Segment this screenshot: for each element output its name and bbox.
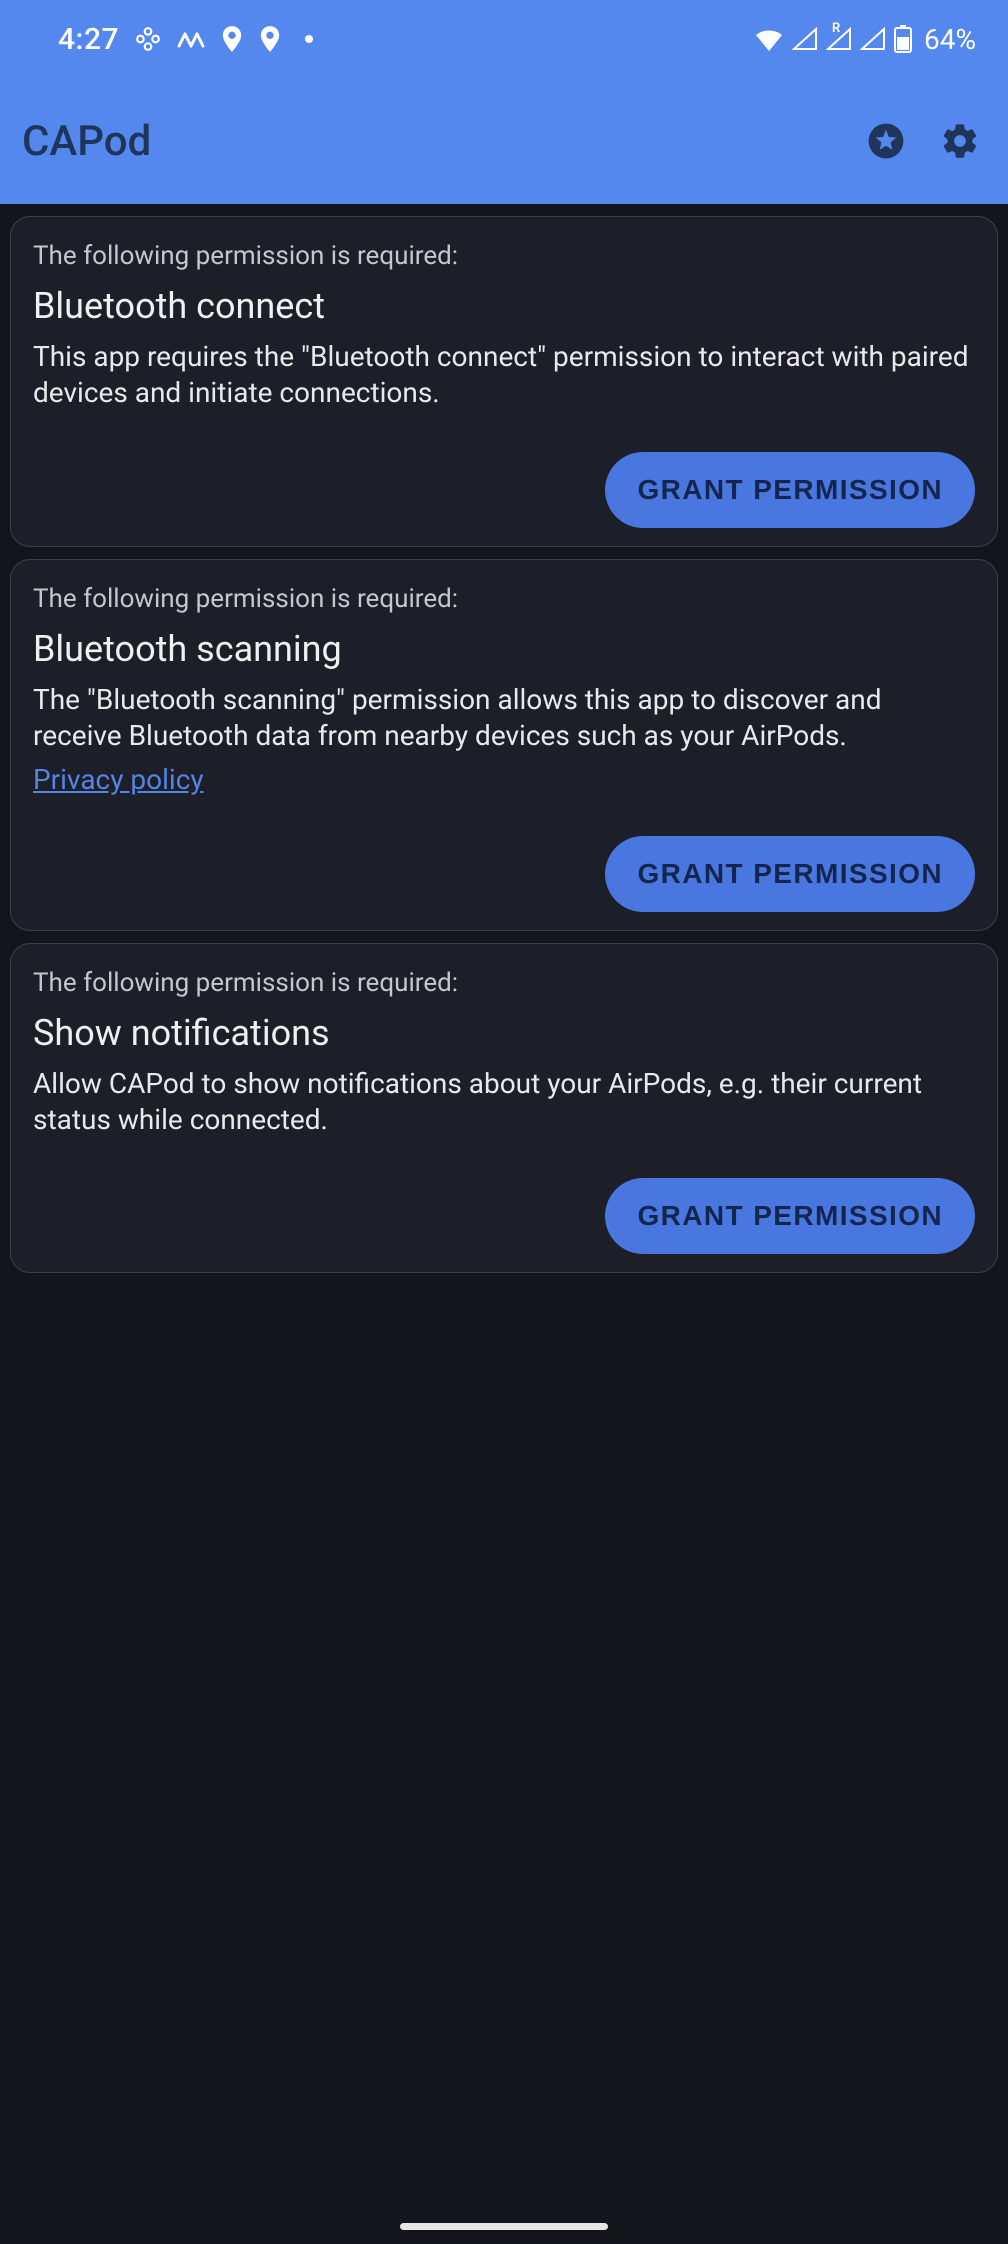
star-circle-icon <box>867 122 905 160</box>
privacy-policy-link[interactable]: Privacy policy <box>33 763 204 796</box>
card-actions: GRANT PERMISSION <box>33 836 975 912</box>
home-indicator[interactable] <box>400 2223 608 2230</box>
settings-button[interactable] <box>938 119 982 163</box>
content: The following permission is required: Bl… <box>0 204 1008 1297</box>
grant-permission-button[interactable]: GRANT PERMISSION <box>605 836 975 912</box>
card-description: The "Bluetooth scanning" permission allo… <box>33 682 975 755</box>
card-description: Allow CAPod to show notifications about … <box>33 1066 975 1139</box>
app-title: CAPod <box>22 117 151 166</box>
permission-card-bluetooth-connect: The following permission is required: Bl… <box>10 216 998 547</box>
signal-icon <box>792 27 818 51</box>
status-time: 4:27 <box>58 22 119 57</box>
permission-card-bluetooth-scanning: The following permission is required: Bl… <box>10 559 998 931</box>
card-actions: GRANT PERMISSION <box>33 1178 975 1254</box>
card-preamble: The following permission is required: <box>33 584 975 614</box>
card-preamble: The following permission is required: <box>33 968 975 998</box>
card-title: Bluetooth scanning <box>33 628 975 670</box>
star-button[interactable] <box>864 119 908 163</box>
card-title: Bluetooth connect <box>33 285 975 327</box>
card-preamble: The following permission is required: <box>33 241 975 271</box>
signal-empty-icon <box>860 27 886 51</box>
battery-icon <box>894 25 912 53</box>
app-bar: CAPod <box>0 78 1008 204</box>
battery-percent: 64% <box>924 23 976 56</box>
status-right: R 64% <box>754 23 976 56</box>
pinwheel-icon <box>135 26 161 52</box>
permission-card-show-notifications: The following permission is required: Sh… <box>10 943 998 1274</box>
location-pin-icon <box>259 26 281 52</box>
status-bar: 4:27 <box>0 0 1008 78</box>
card-title: Show notifications <box>33 1012 975 1054</box>
zigzag-icon <box>177 28 205 50</box>
card-description: This app requires the "Bluetooth connect… <box>33 339 975 412</box>
grant-permission-button[interactable]: GRANT PERMISSION <box>605 1178 975 1254</box>
dot-icon <box>305 35 313 43</box>
app-actions <box>864 119 982 163</box>
card-actions: GRANT PERMISSION <box>33 452 975 528</box>
location-pin-icon <box>221 26 243 52</box>
wifi-icon <box>754 27 784 51</box>
grant-permission-button[interactable]: GRANT PERMISSION <box>605 452 975 528</box>
signal-r-icon: R <box>826 27 852 51</box>
gear-icon <box>940 121 980 161</box>
status-left: 4:27 <box>58 22 313 57</box>
